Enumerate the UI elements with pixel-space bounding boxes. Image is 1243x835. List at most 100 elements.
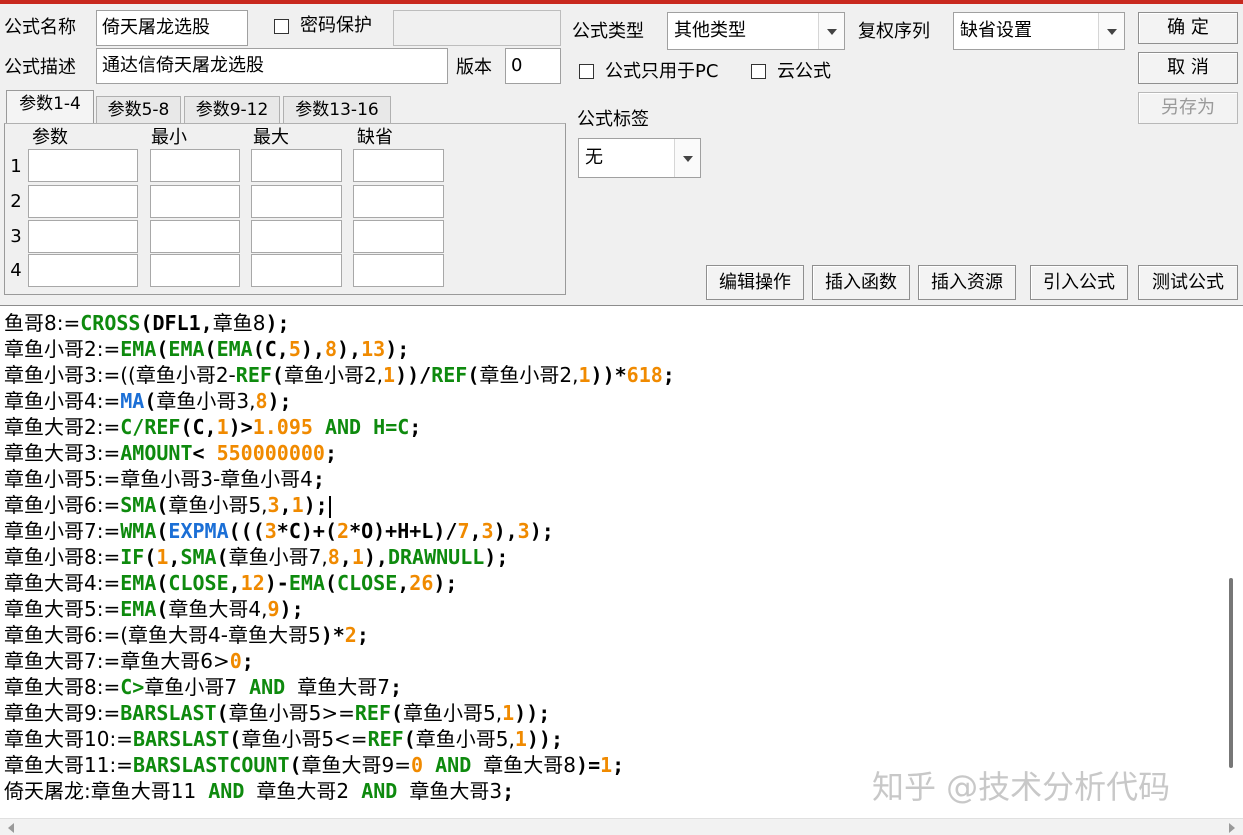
code-token: 1: [578, 363, 591, 387]
code-token: 章鱼大哥4,: [168, 597, 268, 621]
param-4-min[interactable]: [150, 254, 240, 287]
code-line[interactable]: 章鱼大哥5:=EMA(章鱼大哥4,9);: [4, 596, 675, 622]
code-line[interactable]: 倚天屠龙:章鱼大哥11 AND 章鱼大哥2 AND 章鱼大哥3;: [4, 778, 675, 804]
chevron-down-icon[interactable]: [674, 139, 700, 177]
code-token: (: [289, 753, 302, 777]
code-token: 3: [481, 519, 494, 543]
code-line[interactable]: 章鱼大哥2:=C/REF(C,1)>1.095 AND H=C;: [4, 414, 675, 440]
scroll-right-icon[interactable]: [1229, 823, 1235, 833]
password-input[interactable]: [393, 10, 561, 46]
tab-params-13-16[interactable]: 参数13-16: [283, 96, 391, 124]
code-line[interactable]: 章鱼大哥9:=BARSLAST(章鱼小哥5>=REF(章鱼小哥5,1));: [4, 700, 675, 726]
version-input[interactable]: 0: [505, 48, 561, 84]
param-1-default[interactable]: [353, 149, 444, 182]
chevron-down-icon[interactable]: [1098, 13, 1124, 49]
insert-resource-button[interactable]: 插入资源: [918, 265, 1016, 300]
code-token: (: [271, 363, 284, 387]
test-formula-button[interactable]: 测试公式: [1138, 265, 1238, 300]
code-line[interactable]: 章鱼小哥3:=((章鱼小哥2-REF(章鱼小哥2,1))/REF(章鱼小哥2,1…: [4, 362, 675, 388]
code-line[interactable]: 章鱼大哥4:=EMA(CLOSE,12)-EMA(CLOSE,26);: [4, 570, 675, 596]
code-token: 618: [626, 363, 663, 387]
code-token: 章鱼小哥2,: [479, 363, 579, 387]
code-token: <: [192, 441, 217, 465]
code-token: 1: [600, 753, 613, 777]
insert-function-button[interactable]: 插入函数: [812, 265, 910, 300]
param-col-min: 最小: [151, 127, 187, 148]
code-line[interactable]: 章鱼大哥3:=AMOUNT< 550000000;: [4, 440, 675, 466]
code-token: 550000000: [216, 441, 325, 465]
code-token: ,: [469, 519, 482, 543]
tab-params-1-4[interactable]: 参数1-4: [6, 90, 94, 124]
code-line[interactable]: 章鱼小哥6:=SMA(章鱼小哥5,3,1);: [4, 492, 675, 518]
formula-tag-select[interactable]: 无: [578, 138, 701, 178]
code-token: C>: [120, 675, 145, 699]
formula-type-select[interactable]: 其他类型: [667, 12, 845, 50]
edit-ops-button[interactable]: 编辑操作: [706, 265, 804, 300]
pc-only-checkbox[interactable]: [579, 64, 594, 79]
chevron-down-icon[interactable]: [818, 13, 844, 49]
param-2-max[interactable]: [251, 185, 342, 218]
code-line[interactable]: 章鱼小哥4:=MA(章鱼小哥3,8);: [4, 388, 675, 414]
save-as-button[interactable]: 另存为: [1138, 92, 1238, 124]
param-2-name[interactable]: [28, 185, 138, 218]
param-2-default[interactable]: [353, 185, 444, 218]
code-token: AND: [312, 415, 374, 439]
code-token: EMA: [120, 337, 157, 361]
cloud-checkbox[interactable]: [751, 64, 766, 79]
param-1-max[interactable]: [251, 149, 342, 182]
param-row-number: 1: [10, 156, 22, 177]
code-token: EMA: [120, 571, 157, 595]
horizontal-scrollbar[interactable]: [0, 818, 1243, 835]
code-text[interactable]: 鱼哥8:=CROSS(DFL1,章鱼8); 章鱼小哥2:=EMA(EMA(EMA(…: [4, 310, 675, 804]
param-4-max[interactable]: [251, 254, 342, 287]
tab-params-5-8[interactable]: 参数5-8: [96, 96, 181, 124]
import-formula-button[interactable]: 引入公式: [1030, 265, 1128, 300]
code-line[interactable]: 章鱼大哥10:=BARSLAST(章鱼小哥5<=REF(章鱼小哥5,1));: [4, 726, 675, 752]
code-line[interactable]: 鱼哥8:=CROSS(DFL1,章鱼8);: [4, 310, 675, 336]
vertical-scrollbar[interactable]: [1222, 306, 1243, 835]
code-token: AND: [423, 753, 484, 777]
code-token: 8: [255, 389, 268, 413]
param-3-default[interactable]: [353, 220, 444, 253]
scrollbar-thumb[interactable]: [1229, 578, 1233, 768]
formula-type-label: 公式类型: [572, 21, 644, 42]
code-line[interactable]: 章鱼小哥8:=IF(1,SMA(章鱼小哥7,8,1),DRAWNULL);: [4, 544, 675, 570]
code-line[interactable]: 章鱼小哥7:=WMA(EXPMA(((3*C)+(2*O)+H+L)/7,3),…: [4, 518, 675, 544]
code-line[interactable]: 章鱼小哥5:=章鱼小哥3-章鱼小哥4;: [4, 466, 675, 492]
ok-button[interactable]: 确 定: [1138, 12, 1238, 44]
param-4-default[interactable]: [353, 254, 444, 287]
code-token: 章鱼大哥7:=: [4, 649, 121, 673]
code-line[interactable]: 章鱼大哥6:=(章鱼大哥4-章鱼大哥5)*2;: [4, 622, 675, 648]
code-token: ;: [324, 441, 337, 465]
code-token: (: [216, 545, 229, 569]
cancel-button[interactable]: 取 消: [1138, 52, 1238, 84]
param-1-name[interactable]: [28, 149, 138, 182]
code-token: 1: [514, 727, 527, 751]
rights-select[interactable]: 缺省设置: [953, 12, 1125, 50]
code-editor[interactable]: 鱼哥8:=CROSS(DFL1,章鱼8); 章鱼小哥2:=EMA(EMA(EMA(…: [0, 305, 1243, 835]
param-3-max[interactable]: [251, 220, 342, 253]
code-token: );: [267, 389, 292, 413]
code-line[interactable]: 章鱼大哥7:=章鱼大哥6>0;: [4, 648, 675, 674]
code-token: 12: [240, 571, 265, 595]
formula-name-input[interactable]: 倚天屠龙选股: [96, 10, 248, 46]
code-token: CROSS: [80, 311, 141, 335]
tab-params-9-12[interactable]: 参数9-12: [184, 96, 280, 124]
scroll-left-icon[interactable]: [8, 823, 14, 833]
code-line[interactable]: 章鱼大哥8:=C>章鱼小哥7 AND 章鱼大哥7;: [4, 674, 675, 700]
code-token: 9: [267, 597, 280, 621]
code-line[interactable]: 章鱼小哥2:=EMA(EMA(EMA(C,5),8),13);: [4, 336, 675, 362]
param-3-name[interactable]: [28, 220, 138, 253]
code-token: 章鱼大哥10:=: [4, 727, 133, 751]
param-4-name[interactable]: [28, 254, 138, 287]
param-2-min[interactable]: [150, 185, 240, 218]
param-3-min[interactable]: [150, 220, 240, 253]
code-token: )>: [228, 415, 253, 439]
code-line[interactable]: 章鱼大哥11:=BARSLASTCOUNT(章鱼大哥9=0 AND 章鱼大哥8)…: [4, 752, 675, 778]
formula-tag-label: 公式标签: [577, 109, 649, 130]
param-1-min[interactable]: [150, 149, 240, 182]
code-token: 章鱼大哥6>: [120, 649, 230, 673]
formula-desc-input[interactable]: 通达信倚天屠龙选股: [96, 48, 448, 84]
formula-desc-label: 公式描述: [4, 57, 76, 78]
password-checkbox[interactable]: [274, 19, 289, 34]
